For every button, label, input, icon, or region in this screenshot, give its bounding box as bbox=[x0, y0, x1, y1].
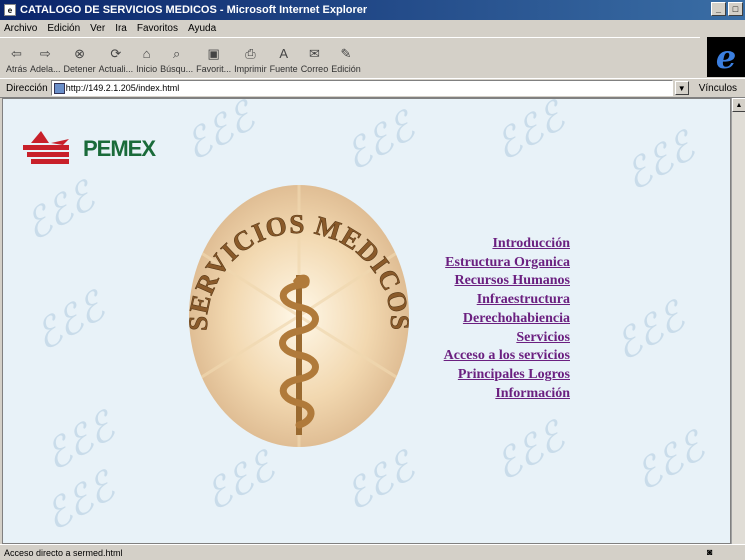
font-icon: A bbox=[279, 46, 288, 61]
menu-archivo[interactable]: Archivo bbox=[4, 23, 37, 34]
vertical-scrollbar[interactable]: ▲ bbox=[731, 98, 745, 544]
address-dropdown-icon[interactable]: ▼ bbox=[674, 81, 689, 95]
mail-icon: ✉ bbox=[308, 46, 320, 61]
favorites-button[interactable]: ▣ Favorit... bbox=[196, 46, 231, 77]
minimize-button[interactable]: _ bbox=[711, 2, 726, 16]
refresh-button[interactable]: ⟳ Actuali... bbox=[99, 46, 134, 77]
serpent-icon bbox=[279, 281, 319, 429]
pemex-logo[interactable]: PEMEX bbox=[23, 129, 156, 169]
background-motif: ℰℰℰ bbox=[336, 103, 423, 181]
menu-bar: Archivo Edición Ver Ira Favoritos Ayuda bbox=[0, 20, 745, 37]
back-button[interactable]: ⇦ Atrás bbox=[6, 46, 27, 77]
nav-link-derechohabiencia[interactable]: Derechohabiencia bbox=[444, 310, 570, 329]
pemex-eagle-icon bbox=[23, 131, 69, 164]
background-motif: ℰℰℰ bbox=[486, 98, 573, 171]
scroll-up-icon[interactable]: ▲ bbox=[732, 98, 745, 112]
forward-icon: ⇨ bbox=[39, 46, 51, 61]
edit-icon: ✎ bbox=[340, 46, 352, 61]
background-motif: ℰℰℰ bbox=[486, 413, 573, 491]
nav-link-acceso-servicios[interactable]: Acceso a los servicios bbox=[444, 347, 570, 366]
page-content: ℰℰℰ ℰℰℰ ℰℰℰ ℰℰℰ ℰℰℰ ℰℰℰ ℰℰℰ ℰℰℰ ℰℰℰ ℰℰℰ … bbox=[2, 98, 731, 544]
nav-link-servicios[interactable]: Servicios bbox=[444, 329, 570, 348]
background-motif: ℰℰℰ bbox=[196, 443, 283, 521]
stop-icon: ⊗ bbox=[74, 46, 86, 61]
search-icon: ⌕ bbox=[172, 46, 181, 61]
nav-link-infraestructura[interactable]: Infraestructura bbox=[444, 291, 570, 310]
maximize-button[interactable]: □ bbox=[728, 2, 743, 16]
window-title: CATALOGO DE SERVICIOS MEDICOS - Microsof… bbox=[20, 4, 368, 16]
servicios-medicos-emblem: SERVICIOS MEDICOS bbox=[189, 185, 409, 447]
home-button[interactable]: ⌂ Inicio bbox=[136, 46, 157, 77]
print-icon: ⎙ bbox=[245, 46, 256, 61]
address-label: Dirección bbox=[6, 82, 48, 94]
forward-button[interactable]: ⇨ Adela... bbox=[30, 46, 61, 77]
nav-link-recursos-humanos[interactable]: Recursos Humanos bbox=[444, 272, 570, 291]
nav-link-informacion[interactable]: Información bbox=[444, 385, 570, 404]
main-nav: Introducción Estructura Organica Recurso… bbox=[444, 235, 570, 403]
font-button[interactable]: A Fuente bbox=[270, 46, 298, 77]
nav-link-introduccion[interactable]: Introducción bbox=[444, 235, 570, 254]
menu-edicion[interactable]: Edición bbox=[47, 23, 80, 34]
ie-page-icon: e bbox=[4, 4, 16, 16]
status-bar: Acceso directo a sermed.html ◙ bbox=[0, 544, 745, 560]
print-button[interactable]: ⎙ Imprimir bbox=[234, 46, 267, 77]
background-motif: ℰℰℰ bbox=[36, 403, 123, 481]
background-motif: ℰℰℰ bbox=[336, 443, 423, 521]
nav-link-principales-logros[interactable]: Principales Logros bbox=[444, 366, 570, 385]
background-motif: ℰℰℰ bbox=[626, 423, 713, 501]
address-input[interactable]: http://149.2.1.205/index.html bbox=[50, 80, 673, 96]
favorites-icon: ▣ bbox=[207, 46, 220, 61]
menu-ir[interactable]: Ira bbox=[115, 23, 127, 34]
home-icon: ⌂ bbox=[142, 46, 151, 61]
ie-logo-icon: e bbox=[707, 37, 745, 77]
refresh-icon: ⟳ bbox=[110, 46, 122, 61]
mail-button[interactable]: ✉ Correo bbox=[301, 46, 329, 77]
pemex-logo-text: PEMEX bbox=[83, 136, 156, 161]
background-motif: ℰℰℰ bbox=[616, 123, 703, 201]
background-motif: ℰℰℰ bbox=[16, 173, 103, 251]
stop-button[interactable]: ⊗ Detener bbox=[64, 46, 96, 77]
edit-button[interactable]: ✎ Edición bbox=[331, 46, 361, 77]
toolbar: ⇦ Atrás ⇨ Adela... ⊗ Detener ⟳ Actuali... ⌂ I… bbox=[0, 37, 700, 77]
background-motif: ℰℰℰ bbox=[36, 463, 123, 541]
background-motif: ℰℰℰ bbox=[176, 98, 263, 171]
title-bar: e CATALOGO DE SERVICIOS MEDICOS - Micros… bbox=[0, 0, 745, 20]
back-icon: ⇦ bbox=[11, 46, 22, 61]
background-motif: ℰℰℰ bbox=[26, 283, 113, 361]
menu-ayuda[interactable]: Ayuda bbox=[188, 23, 216, 34]
links-button[interactable]: Vínculos bbox=[699, 83, 737, 94]
internet-zone-icon: ◙ bbox=[707, 547, 713, 557]
background-motif: ℰℰℰ bbox=[606, 293, 693, 371]
status-text: Acceso directo a sermed.html bbox=[4, 547, 123, 558]
nav-link-estructura-organica[interactable]: Estructura Organica bbox=[444, 254, 570, 273]
menu-favoritos[interactable]: Favoritos bbox=[137, 23, 178, 34]
address-bar: Dirección http://149.2.1.205/index.html … bbox=[0, 78, 745, 98]
search-button[interactable]: ⌕ Búsqu... bbox=[160, 46, 193, 77]
menu-ver[interactable]: Ver bbox=[90, 23, 105, 34]
